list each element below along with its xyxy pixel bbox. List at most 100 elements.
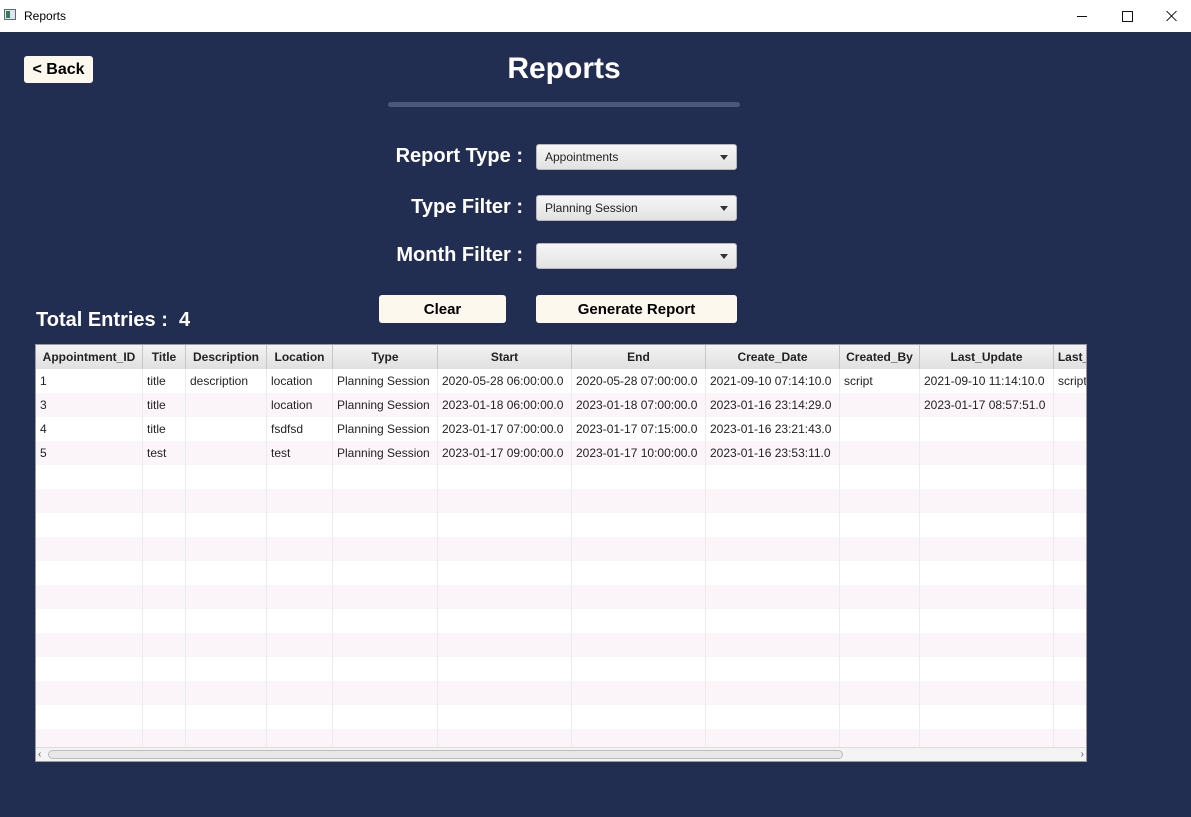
table-cell: 2023-01-16 23:21:43.0 xyxy=(706,417,840,441)
month-filter-combo[interactable] xyxy=(536,243,737,269)
table-cell xyxy=(36,489,143,513)
table-cell xyxy=(143,705,186,729)
table-row[interactable]: 3 title location Planning Session 2023-01-18… xyxy=(36,393,1086,417)
table-cell: test xyxy=(143,441,186,465)
table-cell: Planning Session xyxy=(333,369,438,393)
table-cell xyxy=(36,537,143,561)
column-header[interactable]: Description xyxy=(186,345,267,369)
table-cell xyxy=(438,537,572,561)
table-cell xyxy=(186,681,267,705)
minimize-button[interactable] xyxy=(1059,0,1105,32)
column-header[interactable]: Location xyxy=(267,345,333,369)
report-table[interactable]: Appointment_ID Title Description Location Ty… xyxy=(35,344,1087,762)
table-cell xyxy=(333,657,438,681)
close-button[interactable] xyxy=(1149,0,1191,32)
scroll-left-icon[interactable]: ‹ xyxy=(38,750,41,760)
column-header[interactable]: Last_ xyxy=(1054,345,1086,369)
empty-row[interactable] xyxy=(36,705,1086,729)
table-cell: 2023-01-17 10:00:00.0 xyxy=(572,441,706,465)
column-header[interactable]: Created_By xyxy=(840,345,920,369)
table-cell: 2023-01-17 07:00:00.0 xyxy=(438,417,572,441)
table-cell xyxy=(186,393,267,417)
chevron-down-icon xyxy=(720,254,728,259)
table-cell xyxy=(920,489,1054,513)
scroll-right-icon[interactable]: › xyxy=(1081,750,1084,760)
table-cell: 2023-01-18 07:00:00.0 xyxy=(572,393,706,417)
table-cell xyxy=(267,633,333,657)
table-cell: 2023-01-18 06:00:00.0 xyxy=(438,393,572,417)
back-button[interactable]: < Back xyxy=(24,56,93,83)
table-cell xyxy=(267,585,333,609)
table-cell: Planning Session xyxy=(333,393,438,417)
empty-row[interactable] xyxy=(36,585,1086,609)
table-cell: 1 xyxy=(36,369,143,393)
table-cell xyxy=(920,537,1054,561)
total-entries-label: Total Entries : xyxy=(36,309,168,331)
table-row[interactable]: 1 title description location Planning Sessio… xyxy=(36,369,1086,393)
table-cell xyxy=(706,537,840,561)
column-header[interactable]: Create_Date xyxy=(706,345,840,369)
table-row[interactable]: 5 test test Planning Session 2023-01-17 09:0… xyxy=(36,441,1086,465)
generate-report-button[interactable]: Generate Report xyxy=(536,295,737,323)
table-cell xyxy=(706,681,840,705)
table-cell xyxy=(1054,705,1086,729)
table-cell: test xyxy=(267,441,333,465)
table-cell xyxy=(333,633,438,657)
table-cell xyxy=(706,513,840,537)
table-cell xyxy=(920,633,1054,657)
column-header[interactable]: Appointment_ID xyxy=(36,345,143,369)
empty-row[interactable] xyxy=(36,681,1086,705)
empty-row[interactable] xyxy=(36,561,1086,585)
table-cell xyxy=(840,633,920,657)
table-cell xyxy=(267,513,333,537)
minimize-icon xyxy=(1077,15,1087,17)
report-type-combo[interactable]: Appointments xyxy=(536,144,737,170)
clear-button[interactable]: Clear xyxy=(379,295,506,323)
horizontal-scrollbar[interactable]: ‹ › xyxy=(36,747,1086,761)
scroll-thumb[interactable] xyxy=(48,750,843,759)
table-cell xyxy=(186,417,267,441)
table-cell xyxy=(186,585,267,609)
table-cell xyxy=(267,705,333,729)
empty-row[interactable] xyxy=(36,609,1086,633)
table-cell xyxy=(706,561,840,585)
empty-row[interactable] xyxy=(36,465,1086,489)
column-header[interactable]: Start xyxy=(438,345,572,369)
column-header[interactable]: Type xyxy=(333,345,438,369)
table-cell xyxy=(438,513,572,537)
column-header[interactable]: Last_Update xyxy=(920,345,1054,369)
type-filter-label: Type Filter : xyxy=(411,196,523,218)
table-cell xyxy=(840,609,920,633)
column-header[interactable]: Title xyxy=(143,345,186,369)
empty-row[interactable] xyxy=(36,537,1086,561)
table-cell xyxy=(920,513,1054,537)
type-filter-combo[interactable]: Planning Session xyxy=(536,195,737,221)
column-header[interactable]: End xyxy=(572,345,706,369)
table-cell: 2023-01-17 08:57:51.0 xyxy=(920,393,1054,417)
table-cell xyxy=(143,633,186,657)
table-cell xyxy=(706,705,840,729)
table-cell xyxy=(267,489,333,513)
empty-row[interactable] xyxy=(36,489,1086,513)
table-cell xyxy=(333,561,438,585)
table-cell xyxy=(438,609,572,633)
table-cell: 3 xyxy=(36,393,143,417)
table-cell xyxy=(36,657,143,681)
table-cell xyxy=(572,513,706,537)
empty-row[interactable] xyxy=(36,657,1086,681)
table-cell xyxy=(572,465,706,489)
table-row[interactable]: 4 title fsdfsd Planning Session 2023-01-17 0… xyxy=(36,417,1086,441)
empty-row[interactable] xyxy=(36,513,1086,537)
table-cell: description xyxy=(186,369,267,393)
maximize-button[interactable] xyxy=(1104,0,1150,32)
window-title: Reports xyxy=(24,9,67,23)
report-type-label: Report Type : xyxy=(395,145,523,167)
table-cell xyxy=(706,489,840,513)
table-cell: 2023-01-16 23:14:29.0 xyxy=(706,393,840,417)
table-cell xyxy=(572,633,706,657)
table-cell xyxy=(438,465,572,489)
table-cell xyxy=(333,537,438,561)
table-cell xyxy=(333,513,438,537)
empty-row[interactable] xyxy=(36,633,1086,657)
table-cell xyxy=(36,681,143,705)
